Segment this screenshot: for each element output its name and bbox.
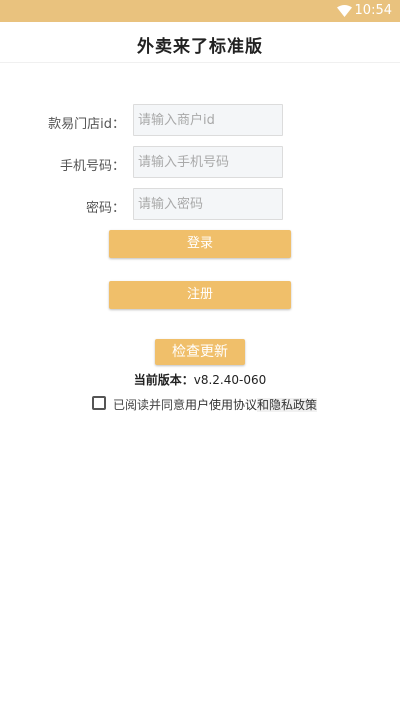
password-row: 密码： <box>0 188 400 222</box>
check-update-button[interactable]: 检查更新 <box>155 339 245 365</box>
store-id-input[interactable] <box>133 104 283 136</box>
register-button[interactable]: 注册 <box>109 281 291 309</box>
agreement-and: 和 <box>257 398 270 412</box>
agreement-prefix: 已阅读并同意 <box>113 398 186 412</box>
version-label: 当前版本： <box>133 373 194 387</box>
user-agreement-link[interactable]: 用户使用协议 <box>185 398 258 412</box>
status-time: 10:54 <box>354 3 392 18</box>
login-button[interactable]: 登录 <box>109 230 291 258</box>
phone-input[interactable] <box>133 146 283 178</box>
agree-checkbox[interactable] <box>92 396 106 410</box>
phone-label: 手机号码： <box>59 159 125 174</box>
password-input[interactable] <box>133 188 283 220</box>
phone-row: 手机号码： <box>0 146 400 180</box>
password-label: 密码： <box>85 201 125 216</box>
store-id-row: 款易门店id： <box>0 104 400 138</box>
version-value: v8.2.40-060 <box>193 373 267 387</box>
agreement-row: 已阅读并同意用户使用协议和隐私政策 <box>92 395 332 413</box>
store-id-label: 款易门店id： <box>48 117 125 132</box>
wifi-icon <box>337 5 352 17</box>
agreement-text: 已阅读并同意用户使用协议和隐私政策 <box>113 396 318 413</box>
status-bar: 10:54 <box>0 0 400 22</box>
version-info: 当前版本：v8.2.40-060 <box>0 371 400 388</box>
title-bar: 外卖来了标准版 <box>0 22 400 63</box>
privacy-policy-link[interactable]: 隐私政策 <box>269 398 318 412</box>
page-title: 外卖来了标准版 <box>137 37 263 57</box>
